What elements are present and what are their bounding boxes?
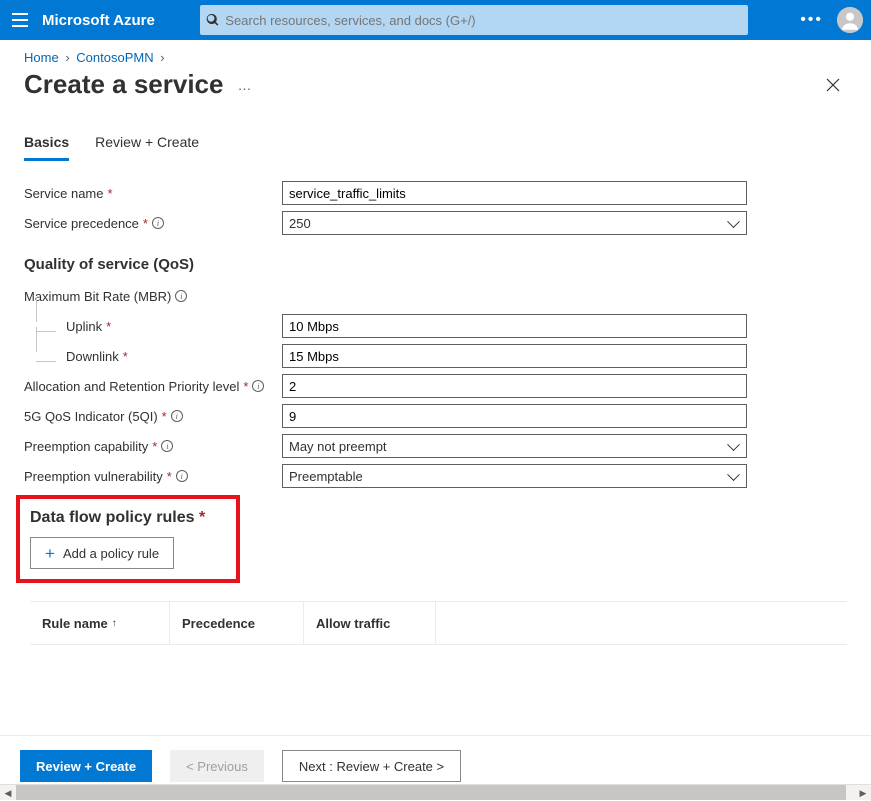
mbr-label: Maximum Bit Rate (MBR) <box>24 289 171 304</box>
downlink-input[interactable] <box>282 344 747 368</box>
required-indicator: * <box>162 409 167 424</box>
info-icon[interactable]: i <box>161 440 173 452</box>
arp-input[interactable] <box>282 374 747 398</box>
top-nav-bar: Microsoft Azure ••• <box>0 0 871 40</box>
more-icon[interactable]: ••• <box>800 11 823 29</box>
chevron-right-icon: › <box>157 50 167 65</box>
info-icon[interactable]: i <box>171 410 183 422</box>
fiveqi-input[interactable] <box>282 404 747 428</box>
search-icon <box>206 13 219 27</box>
rules-table-header: Rule name ↑ Precedence Allow traffic <box>30 601 847 645</box>
menu-icon[interactable] <box>8 8 32 32</box>
horizontal-scrollbar[interactable]: ◀ ▶ <box>0 784 871 800</box>
brand-label: Microsoft Azure <box>42 12 155 29</box>
close-button[interactable] <box>819 71 847 99</box>
tab-review-create[interactable]: Review + Create <box>95 134 199 161</box>
service-precedence-label: Service precedence <box>24 216 139 231</box>
add-policy-rule-button[interactable]: + Add a policy rule <box>30 537 174 569</box>
col-allow-traffic[interactable]: Allow traffic <box>304 602 436 644</box>
breadcrumb: Home › ContosoPMN › <box>0 40 871 69</box>
service-name-label: Service name <box>24 186 103 201</box>
more-actions-icon[interactable]: … <box>223 77 252 93</box>
breadcrumb-item[interactable]: ContosoPMN <box>76 50 153 65</box>
info-icon[interactable]: i <box>252 380 264 392</box>
col-rule-name[interactable]: Rule name ↑ <box>30 602 170 644</box>
breadcrumb-home[interactable]: Home <box>24 50 59 65</box>
required-indicator: * <box>152 439 157 454</box>
required-indicator: * <box>106 319 111 334</box>
user-avatar[interactable] <box>837 7 863 33</box>
qos-heading: Quality of service (QoS) <box>24 240 847 283</box>
tab-basics[interactable]: Basics <box>24 134 69 161</box>
policy-rules-heading: Data flow policy rules <box>30 509 194 527</box>
tab-bar: Basics Review + Create <box>0 100 871 162</box>
sort-asc-icon: ↑ <box>112 618 117 629</box>
preempt-vulnerability-label: Preemption vulnerability <box>24 469 163 484</box>
uplink-label: Uplink <box>66 319 102 334</box>
previous-button[interactable]: < Previous <box>170 750 264 782</box>
scroll-right-icon[interactable]: ▶ <box>855 785 871 801</box>
chevron-right-icon: › <box>62 50 72 65</box>
downlink-label: Downlink <box>66 349 119 364</box>
info-icon[interactable]: i <box>176 470 188 482</box>
scroll-thumb[interactable] <box>16 785 846 800</box>
add-policy-rule-label: Add a policy rule <box>63 546 159 561</box>
service-precedence-select[interactable]: 250 <box>282 211 747 235</box>
plus-icon: + <box>45 545 55 562</box>
required-indicator: * <box>243 379 248 394</box>
required-indicator: * <box>123 349 128 364</box>
required-indicator: * <box>107 186 112 201</box>
required-indicator: * <box>199 509 205 527</box>
preempt-capability-label: Preemption capability <box>24 439 148 454</box>
required-indicator: * <box>167 469 172 484</box>
policy-rules-highlight: Data flow policy rules * + Add a policy … <box>16 495 240 583</box>
form-basics: Service name * Service precedence * i 25… <box>0 162 871 655</box>
preempt-vulnerability-select[interactable]: Preemptable <box>282 464 747 488</box>
fiveqi-label: 5G QoS Indicator (5QI) <box>24 409 158 424</box>
service-name-input[interactable] <box>282 181 747 205</box>
close-icon <box>826 78 840 92</box>
next-button[interactable]: Next : Review + Create > <box>282 750 461 782</box>
review-create-button[interactable]: Review + Create <box>20 750 152 782</box>
page-header: Create a service … <box>0 69 871 100</box>
arp-label: Allocation and Retention Priority level <box>24 379 239 394</box>
page-title: Create a service <box>24 69 223 100</box>
col-precedence[interactable]: Precedence <box>170 602 304 644</box>
required-indicator: * <box>143 216 148 231</box>
info-icon[interactable]: i <box>175 290 187 302</box>
footer-action-bar: Review + Create < Previous Next : Review… <box>0 735 871 782</box>
info-icon[interactable]: i <box>152 217 164 229</box>
search-input[interactable] <box>225 13 742 28</box>
scroll-left-icon[interactable]: ◀ <box>0 785 16 801</box>
global-search[interactable] <box>200 5 748 35</box>
uplink-input[interactable] <box>282 314 747 338</box>
preempt-capability-select[interactable]: May not preempt <box>282 434 747 458</box>
